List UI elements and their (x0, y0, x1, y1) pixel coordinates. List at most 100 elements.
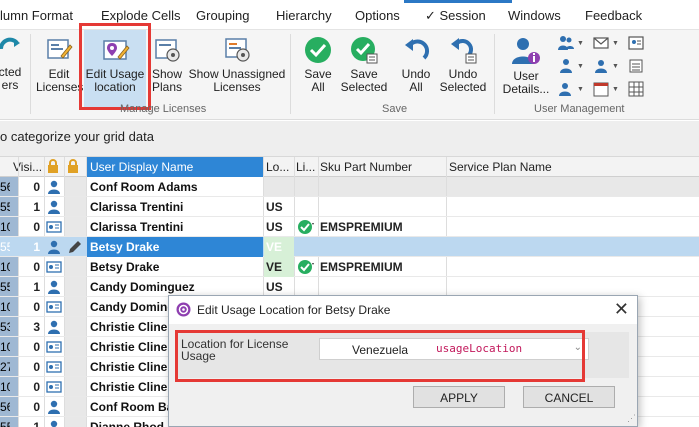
close-icon[interactable]: ✕ (614, 299, 629, 320)
table-row[interactable]: 55 1 Clarissa Trentini US (0, 197, 699, 217)
user-display-name-cell: Betsy Drake (90, 260, 160, 274)
user-info-icon (512, 38, 540, 64)
license-card-icon (46, 341, 62, 353)
column-header-service-plan-name[interactable]: Service Plan Name (449, 160, 552, 174)
user-details-label: User Details... (502, 69, 550, 96)
menu-windows[interactable]: Windows (508, 8, 561, 23)
row-visible-cell: 0 (33, 380, 40, 394)
ribbon-separator (494, 34, 495, 114)
edit-licenses-label: Edit Licenses (36, 67, 84, 94)
license-card-icon (46, 221, 62, 233)
table-row[interactable]: 10 0 Betsy Drake VE EMSPREMIUM (0, 257, 699, 277)
mail-icon[interactable] (592, 34, 610, 52)
cancel-button[interactable]: CANCEL (523, 386, 615, 408)
app-logo-icon (176, 302, 191, 317)
user-details-button[interactable]: User Details... (498, 30, 554, 96)
license-card-icon (46, 361, 62, 373)
user-display-name-cell: Christie Cline (90, 340, 168, 354)
id-card-icon[interactable] (627, 34, 645, 52)
row-id-cell: 10 (0, 380, 10, 394)
license-edit-icon (47, 39, 73, 59)
column-header-sku-part-number[interactable]: Sku Part Number (320, 160, 412, 174)
undo-selected-button[interactable]: Undo Selected (438, 30, 488, 94)
row-id-cell: 27 (0, 360, 10, 374)
grid-icon[interactable] (627, 80, 645, 98)
pencil-icon[interactable] (67, 239, 83, 255)
edit-usage-location-dialog: Edit Usage Location for Betsy Drake ✕ Lo… (168, 295, 638, 427)
save-all-button[interactable]: Save All (296, 30, 340, 94)
user-icon (48, 180, 60, 194)
chevron-down-icon: ▼ (611, 39, 619, 47)
user-display-name-cell: Betsy Drake (87, 237, 263, 257)
group-icon[interactable] (557, 57, 575, 75)
unassigned-licenses-icon (225, 38, 250, 62)
user-display-name-cell: Christie Cline (90, 360, 168, 374)
menu-explode-cells[interactable]: Explode Cells (101, 8, 181, 23)
menu-session[interactable]: ✓ Session (425, 8, 486, 24)
active-tab-indicator (404, 0, 512, 3)
show-unassigned-licenses-button[interactable]: Show Unassigned Licenses (187, 30, 287, 94)
users-icon[interactable] (557, 34, 575, 52)
user-display-name-cell: Christie Cline (90, 320, 168, 334)
grid-header: Visi... User Display Name Lo... Li... Sk… (0, 157, 699, 177)
undo-selected-icon (451, 38, 477, 64)
table-row[interactable]: 10 0 Clarissa Trentini US EMSPREMIUM (0, 217, 699, 237)
refresh-icon (0, 37, 20, 50)
show-unassigned-licenses-label: Show Unassigned Licenses (188, 67, 286, 94)
column-header-licensed[interactable]: Li... (296, 160, 315, 174)
menu-feedback[interactable]: Feedback (585, 8, 642, 23)
group-by-hint-bar[interactable]: o categorize your grid data (0, 121, 699, 157)
row-visible-cell: 1 (33, 200, 40, 214)
menu-grouping[interactable]: Grouping (196, 8, 249, 23)
table-row[interactable]: 55 1 Betsy DrakeVE (0, 237, 699, 257)
row-visible-cell: 0 (33, 400, 40, 414)
show-plans-label: Show Plans (151, 67, 183, 94)
user-display-name-cell: Candy Dominguez (90, 280, 195, 294)
edit-usage-location-highlight (79, 23, 151, 110)
column-header-location[interactable]: Lo... (266, 160, 289, 174)
table-row[interactable]: 55 1 Candy Dominguez US (0, 277, 699, 297)
lock-icon[interactable] (47, 159, 59, 176)
table-row[interactable]: 56 0 Conf Room Adams (0, 177, 699, 197)
list-icon[interactable] (627, 57, 645, 75)
row-id-cell: 10 (0, 340, 10, 354)
user-display-name-cell: Christie Cline (90, 380, 168, 394)
location-cell: VE (266, 240, 283, 254)
row-id-cell: 10 (0, 260, 10, 274)
user-display-name-cell: Conf Room Ba (90, 400, 174, 414)
user-icon (50, 420, 58, 427)
resize-grip-icon[interactable]: ⋰ (627, 413, 636, 424)
user-add-icon[interactable] (557, 80, 575, 98)
apply-button[interactable]: APPLY (413, 386, 505, 408)
menu-hierarchy[interactable]: Hierarchy (276, 8, 332, 23)
row-visible-cell: 0 (33, 180, 40, 194)
save-selected-button[interactable]: Save Selected (340, 30, 388, 94)
undo-icon (405, 39, 430, 60)
show-plans-button[interactable]: Show Plans (148, 30, 186, 94)
contact-icon[interactable] (592, 57, 610, 75)
row-id-cell: 55 (0, 420, 10, 427)
row-id-cell: 55 (0, 200, 10, 214)
menu-column-format[interactable]: lumn Format (0, 8, 73, 23)
user-icon (48, 280, 60, 294)
row-id-cell: 53 (0, 320, 10, 334)
selected-users-button[interactable]: cted ers (0, 30, 26, 92)
calendar-icon[interactable] (592, 80, 610, 98)
edit-licenses-button[interactable]: Edit Licenses (36, 30, 84, 94)
row-id-cell: 55 (0, 280, 10, 294)
check-circle-icon (305, 37, 331, 63)
row-visible-cell: 3 (33, 320, 40, 334)
user-icon (48, 400, 60, 414)
undo-all-label: Undo All (401, 67, 431, 94)
license-card-icon (46, 381, 62, 393)
user-display-name-cell: Candy Doming (90, 300, 175, 314)
menu-options[interactable]: Options (355, 8, 400, 23)
undo-all-button[interactable]: Undo All (394, 30, 438, 94)
user-display-name-cell: Clarissa Trentini (90, 200, 184, 214)
row-id-cell: 10 (0, 300, 10, 314)
ribbon-separator (290, 34, 291, 114)
check-circle-icon (298, 260, 314, 274)
column-header-user-display-name[interactable]: User Display Name (87, 157, 263, 177)
lock-icon[interactable] (67, 159, 79, 176)
chevron-down-icon: ▼ (577, 62, 584, 70)
